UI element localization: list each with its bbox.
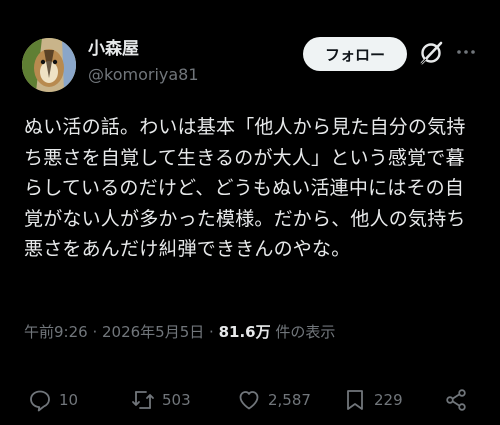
grok-icon[interactable] — [418, 40, 444, 66]
post-text: ぬい活の話。わいは基本「他人から見た自分の気持ち悪さを自覚して生きるのが大人」と… — [24, 116, 466, 260]
repost-icon — [132, 391, 154, 409]
bookmark-icon — [347, 390, 363, 410]
like-button[interactable]: 2,587 — [237, 384, 311, 416]
author-handle[interactable]: @komoriya81 — [88, 64, 199, 86]
bookmark-count: 229 — [374, 391, 403, 409]
share-icon — [446, 389, 466, 411]
like-count: 2,587 — [268, 391, 311, 409]
views-count: 81.6万 — [218, 323, 271, 341]
post-time[interactable]: 午前9:26 — [24, 323, 88, 341]
post: 小森屋 @komoriya81 フォロー ぬい活の話。わいは基本「他人から見た自… — [0, 0, 500, 425]
repost-count: 503 — [162, 391, 191, 409]
repost-button[interactable]: 503 — [131, 384, 191, 416]
chipmunk-avatar-icon — [22, 38, 76, 92]
author-name[interactable]: 小森屋 — [88, 38, 139, 60]
reply-icon — [30, 390, 50, 412]
follow-button[interactable]: フォロー — [303, 37, 407, 71]
meta-separator: · — [87, 323, 102, 341]
post-meta: 午前9:26 · 2026年5月5日 · 81.6万 件の表示 — [24, 322, 335, 342]
heart-icon — [239, 391, 259, 410]
more-icon[interactable] — [455, 44, 477, 60]
share-button[interactable] — [444, 384, 475, 416]
views-label: 件の表示 — [270, 323, 336, 341]
bookmark-button[interactable]: 229 — [343, 384, 403, 416]
avatar[interactable] — [22, 38, 76, 92]
reply-count: 10 — [59, 391, 79, 409]
post-date[interactable]: 2026年5月5日 — [102, 323, 204, 341]
meta-separator: · — [204, 323, 219, 341]
action-bar: 10 503 2,587 229 — [0, 384, 500, 416]
reply-button[interactable]: 10 — [28, 384, 78, 416]
